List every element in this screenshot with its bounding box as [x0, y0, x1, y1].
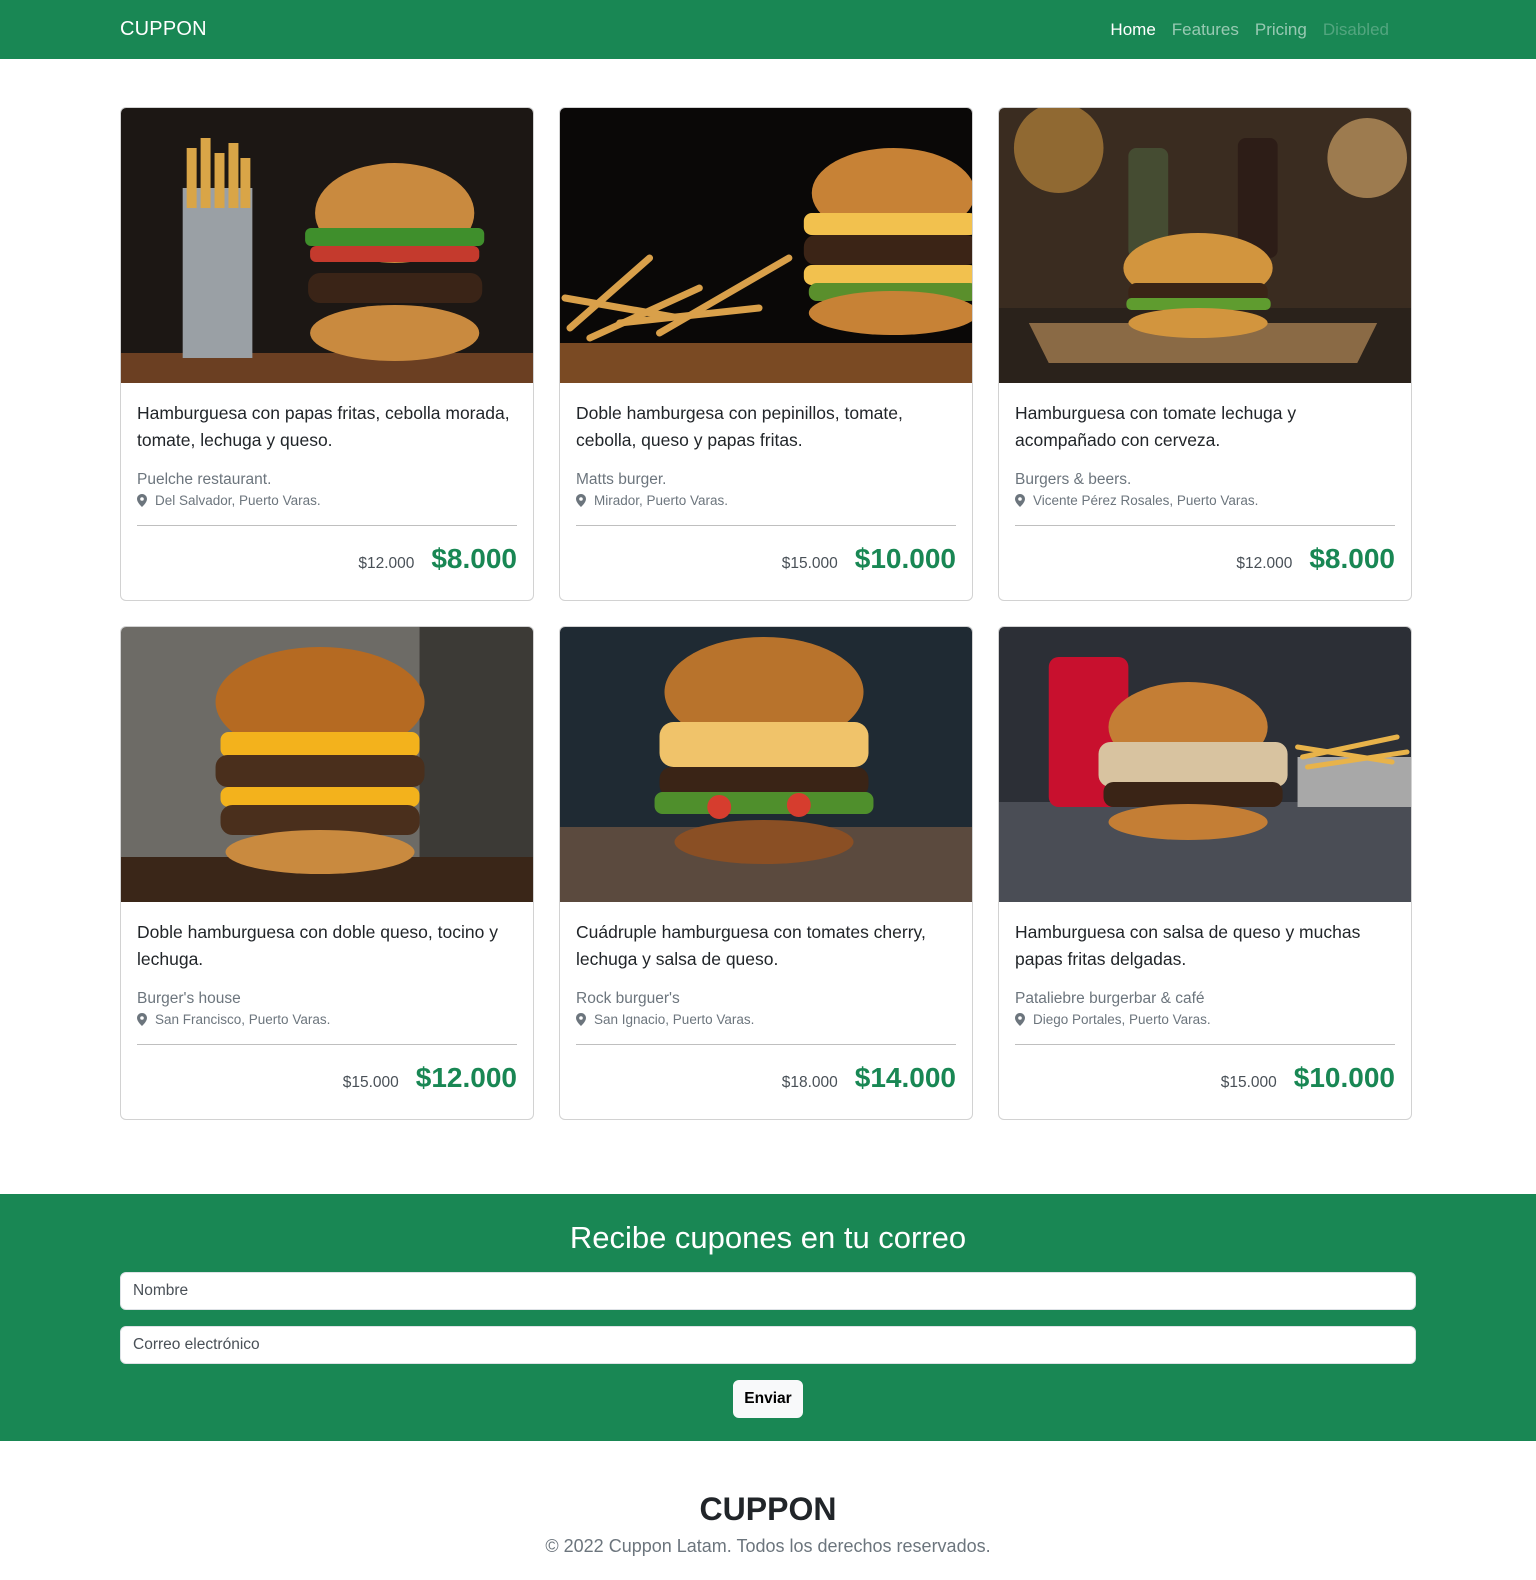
price-row: $18.000 $14.000	[576, 1062, 956, 1094]
card-divider	[1015, 1044, 1395, 1045]
discount-price: $8.000	[1309, 543, 1395, 574]
card-title: Hamburguesa con papas fritas, cebolla mo…	[137, 403, 510, 450]
restaurant-name: Burgers & beers.	[1015, 471, 1132, 488]
discount-price: $14.000	[854, 1062, 956, 1093]
restaurant-name: Burger's house	[137, 990, 241, 1007]
map-pin-icon	[1015, 1013, 1025, 1026]
price-row: $12.000 $8.000	[1015, 543, 1395, 575]
nav-link-disabled: Disabled	[1322, 19, 1389, 39]
map-pin-icon	[137, 494, 147, 507]
location-text: San Ignacio, Puerto Varas.	[594, 1012, 755, 1027]
top-navbar: CUPPON Home Features Pricing Disabled	[0, 0, 1536, 59]
card-title: Cuádruple hamburguesa con tomates cherry…	[576, 922, 926, 969]
coupon-card[interactable]: Doble hamburgesa con pepinillos, tomate,…	[559, 107, 973, 601]
location-text: Del Salvador, Puerto Varas.	[155, 493, 321, 508]
burger-photo	[999, 108, 1411, 383]
card-title: Hamburguesa con salsa de queso y muchas …	[1015, 922, 1361, 969]
price-row: $12.000 $8.000	[137, 543, 517, 575]
location-text: Mirador, Puerto Varas.	[594, 493, 729, 508]
card-divider	[576, 525, 956, 526]
card-body: Doble hamburgesa con pepinillos, tomate,…	[560, 383, 972, 600]
burger-photo	[560, 627, 972, 902]
card-body: Hamburguesa con tomate lechuga y acompañ…	[999, 383, 1411, 600]
card-location: San Ignacio, Puerto Varas.	[576, 1012, 956, 1027]
card-title: Hamburguesa con tomate lechuga y acompañ…	[1015, 403, 1297, 450]
original-price: $12.000	[358, 555, 415, 572]
card-location: San Francisco, Puerto Varas.	[137, 1012, 517, 1027]
price-row: $15.000 $12.000	[137, 1062, 517, 1094]
nav-links: Home Features Pricing Disabled	[1102, 20, 1397, 40]
discount-price: $10.000	[1293, 1062, 1395, 1093]
card-body: Hamburguesa con papas fritas, cebolla mo…	[121, 383, 533, 600]
nav-link-pricing[interactable]: Pricing	[1247, 20, 1315, 40]
restaurant-name: Pataliebre burgerbar & café	[1015, 990, 1205, 1007]
email-input[interactable]	[120, 1326, 1416, 1364]
price-row: $15.000 $10.000	[1015, 1062, 1395, 1094]
newsletter-heading: Recibe cupones en tu correo	[569, 1220, 967, 1255]
original-price: $18.000	[781, 1074, 838, 1091]
location-text: Diego Portales, Puerto Varas.	[1033, 1012, 1211, 1027]
nav-link-features[interactable]: Features	[1164, 20, 1247, 40]
brand-logo[interactable]: CUPPON	[120, 18, 207, 41]
restaurant-name: Rock burguer's	[576, 990, 680, 1007]
restaurant-name: Puelche restaurant.	[137, 471, 272, 488]
card-divider	[1015, 525, 1395, 526]
card-divider	[137, 525, 517, 526]
burger-photo	[121, 108, 533, 383]
coupon-card[interactable]: Hamburguesa con tomate lechuga y acompañ…	[998, 107, 1412, 601]
card-title: Doble hamburguesa con doble queso, tocin…	[137, 922, 498, 969]
restaurant-name: Matts burger.	[576, 471, 667, 488]
price-row: $15.000 $10.000	[576, 543, 956, 575]
original-price: $15.000	[781, 555, 838, 572]
newsletter-section: Recibe cupones en tu correo Enviar	[0, 1194, 1536, 1441]
map-pin-icon	[576, 494, 586, 507]
card-title: Doble hamburgesa con pepinillos, tomate,…	[576, 403, 903, 450]
card-location: Mirador, Puerto Varas.	[576, 493, 956, 508]
original-price: $15.000	[1220, 1074, 1277, 1091]
map-pin-icon	[137, 1013, 147, 1026]
original-price: $12.000	[1236, 555, 1293, 572]
discount-price: $8.000	[431, 543, 517, 574]
card-location: Del Salvador, Puerto Varas.	[137, 493, 517, 508]
burger-photo	[560, 108, 972, 383]
card-divider	[576, 1044, 956, 1045]
coupon-card[interactable]: Doble hamburguesa con doble queso, tocin…	[120, 626, 534, 1120]
burger-photo	[999, 627, 1411, 902]
footer: CUPPON © 2022 Cuppon Latam. Todos los de…	[0, 1441, 1536, 1580]
discount-price: $10.000	[854, 543, 956, 574]
card-divider	[137, 1044, 517, 1045]
name-input[interactable]	[120, 1272, 1416, 1310]
card-body: Doble hamburguesa con doble queso, tocin…	[121, 902, 533, 1119]
submit-button[interactable]: Enviar	[733, 1380, 803, 1418]
card-location: Vicente Pérez Rosales, Puerto Varas.	[1015, 493, 1395, 508]
footer-brand: CUPPON	[699, 1491, 837, 1527]
coupon-card[interactable]: Cuádruple hamburguesa con tomates cherry…	[559, 626, 973, 1120]
map-pin-icon	[576, 1013, 586, 1026]
footer-copyright: © 2022 Cuppon Latam. Todos los derechos …	[545, 1536, 991, 1556]
card-body: Cuádruple hamburguesa con tomates cherry…	[560, 902, 972, 1119]
original-price: $15.000	[342, 1074, 399, 1091]
card-location: Diego Portales, Puerto Varas.	[1015, 1012, 1395, 1027]
map-pin-icon	[1015, 494, 1025, 507]
location-text: Vicente Pérez Rosales, Puerto Varas.	[1033, 493, 1259, 508]
discount-price: $12.000	[415, 1062, 517, 1093]
burger-photo	[121, 627, 533, 902]
coupon-card[interactable]: Hamburguesa con papas fritas, cebolla mo…	[120, 107, 534, 601]
coupon-grid: Hamburguesa con papas fritas, cebolla mo…	[120, 107, 1416, 1120]
coupon-card[interactable]: Hamburguesa con salsa de queso y muchas …	[998, 626, 1412, 1120]
location-text: San Francisco, Puerto Varas.	[155, 1012, 331, 1027]
nav-link-home[interactable]: Home	[1102, 20, 1163, 40]
card-body: Hamburguesa con salsa de queso y muchas …	[999, 902, 1411, 1119]
